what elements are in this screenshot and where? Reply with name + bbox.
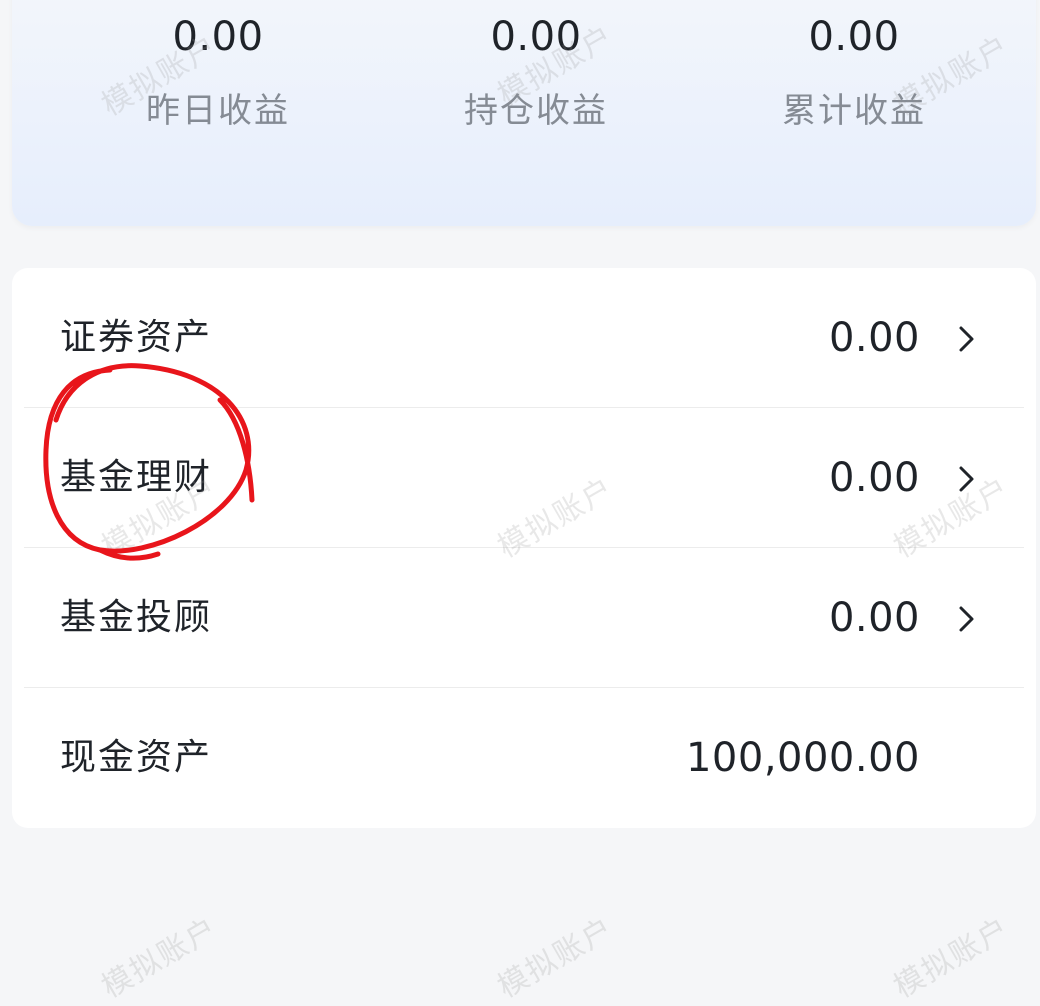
watermark-text: 模拟账户 <box>96 910 225 1006</box>
holding-earnings-value: 0.00 <box>490 14 582 60</box>
asset-list-card: 证券资产 0.00 基金理财 0.00 基金投顾 0.00 现金资产 100,0… <box>12 268 1036 828</box>
asset-row-label: 现金资产 <box>60 737 213 778</box>
asset-row-amount: 0.00 <box>828 595 920 641</box>
asset-row-amount: 0.00 <box>828 455 920 501</box>
asset-row-fund-wealth[interactable]: 基金理财 0.00 <box>12 408 1036 548</box>
yesterday-earnings-label: 昨日收益 <box>146 91 290 131</box>
watermark-text: 模拟账户 <box>492 910 621 1006</box>
yesterday-earnings-value: 0.00 <box>172 14 264 60</box>
watermark-text: 模拟账户 <box>888 910 1017 1006</box>
asset-row-label: 基金投顾 <box>60 597 213 638</box>
asset-row-securities[interactable]: 证券资产 0.00 <box>12 268 1036 408</box>
asset-row-amount: 100,000.00 <box>685 735 920 781</box>
holding-earnings-label: 持仓收益 <box>464 91 608 131</box>
asset-row-label: 证券资产 <box>60 317 213 358</box>
chevron-right-icon <box>959 606 974 632</box>
asset-row-amount: 0.00 <box>828 315 920 361</box>
cumulative-earnings-label: 累计收益 <box>782 91 926 131</box>
asset-row-label: 基金理财 <box>60 457 213 498</box>
earnings-summary-card: 0.00 昨日收益 0.00 持仓收益 0.00 累计收益 <box>12 0 1036 226</box>
asset-row-cash: 现金资产 100,000.00 <box>12 688 1036 828</box>
cumulative-earnings-value: 0.00 <box>808 14 900 60</box>
chevron-right-icon <box>959 466 974 492</box>
chevron-right-icon <box>959 326 974 352</box>
asset-row-fund-advisory[interactable]: 基金投顾 0.00 <box>12 548 1036 688</box>
